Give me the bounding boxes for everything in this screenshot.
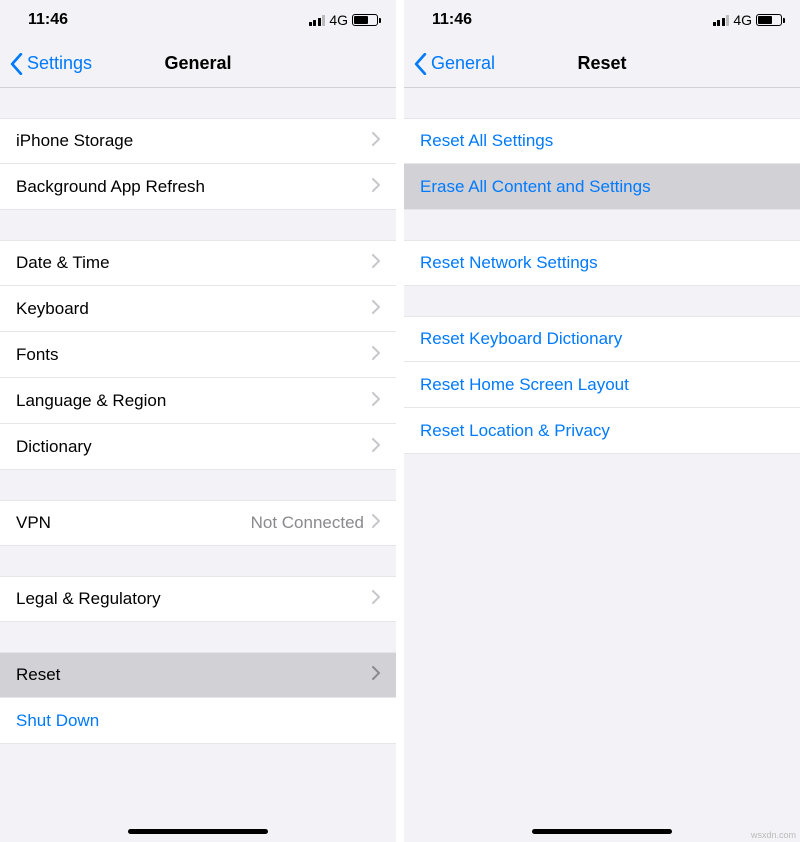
network-label: 4G	[733, 12, 752, 28]
nav-bar: General Reset	[404, 40, 800, 88]
chevron-right-icon	[372, 665, 380, 685]
group-vpn: VPN Not Connected	[0, 500, 396, 546]
watermark: wsxdn.com	[751, 830, 796, 840]
group-storage: iPhone Storage Background App Refresh	[0, 118, 396, 210]
row-keyboard[interactable]: Keyboard	[0, 286, 396, 332]
row-erase-all-content[interactable]: Erase All Content and Settings	[404, 164, 800, 210]
status-right: 4G	[309, 12, 378, 28]
home-indicator[interactable]	[532, 829, 672, 834]
row-fonts[interactable]: Fonts	[0, 332, 396, 378]
chevron-right-icon	[372, 513, 380, 533]
network-label: 4G	[329, 12, 348, 28]
back-button[interactable]: Settings	[0, 53, 92, 75]
row-reset[interactable]: Reset	[0, 652, 396, 698]
chevron-left-icon	[414, 53, 427, 75]
row-iphone-storage[interactable]: iPhone Storage	[0, 118, 396, 164]
row-legal-regulatory[interactable]: Legal & Regulatory	[0, 576, 396, 622]
home-indicator[interactable]	[128, 829, 268, 834]
status-time: 11:46	[432, 11, 472, 29]
vpn-status: Not Connected	[251, 513, 364, 533]
back-label: General	[431, 53, 495, 74]
group-reset-network: Reset Network Settings	[404, 240, 800, 286]
row-language-region[interactable]: Language & Region	[0, 378, 396, 424]
chevron-right-icon	[372, 391, 380, 411]
row-reset-home-screen-layout[interactable]: Reset Home Screen Layout	[404, 362, 800, 408]
status-bar: 11:46 4G	[0, 0, 396, 40]
row-reset-keyboard-dictionary[interactable]: Reset Keyboard Dictionary	[404, 316, 800, 362]
group-legal: Legal & Regulatory	[0, 576, 396, 622]
signal-icon	[713, 15, 730, 26]
row-vpn[interactable]: VPN Not Connected	[0, 500, 396, 546]
status-time: 11:46	[28, 11, 68, 29]
status-bar: 11:46 4G	[404, 0, 800, 40]
chevron-right-icon	[372, 437, 380, 457]
chevron-right-icon	[372, 299, 380, 319]
chevron-right-icon	[372, 131, 380, 151]
status-right: 4G	[713, 12, 782, 28]
chevron-right-icon	[372, 177, 380, 197]
row-reset-all-settings[interactable]: Reset All Settings	[404, 118, 800, 164]
row-reset-network-settings[interactable]: Reset Network Settings	[404, 240, 800, 286]
chevron-right-icon	[372, 253, 380, 273]
group-reset-shutdown: Reset Shut Down	[0, 652, 396, 744]
group-reset-main: Reset All Settings Erase All Content and…	[404, 118, 800, 210]
back-button[interactable]: General	[404, 53, 495, 75]
chevron-right-icon	[372, 589, 380, 609]
row-reset-location-privacy[interactable]: Reset Location & Privacy	[404, 408, 800, 454]
nav-bar: Settings General	[0, 40, 396, 88]
row-date-time[interactable]: Date & Time	[0, 240, 396, 286]
screen-reset: 11:46 4G General Reset Reset All Setting…	[404, 0, 800, 842]
row-shut-down[interactable]: Shut Down	[0, 698, 396, 744]
chevron-left-icon	[10, 53, 23, 75]
battery-icon	[756, 14, 782, 26]
signal-icon	[309, 15, 326, 26]
back-label: Settings	[27, 53, 92, 74]
row-background-app-refresh[interactable]: Background App Refresh	[0, 164, 396, 210]
row-dictionary[interactable]: Dictionary	[0, 424, 396, 470]
screen-general: 11:46 4G Settings General iPhone Storage…	[0, 0, 396, 842]
chevron-right-icon	[372, 345, 380, 365]
group-reset-other: Reset Keyboard Dictionary Reset Home Scr…	[404, 316, 800, 454]
battery-icon	[352, 14, 378, 26]
group-system: Date & Time Keyboard Fonts Language & Re…	[0, 240, 396, 470]
